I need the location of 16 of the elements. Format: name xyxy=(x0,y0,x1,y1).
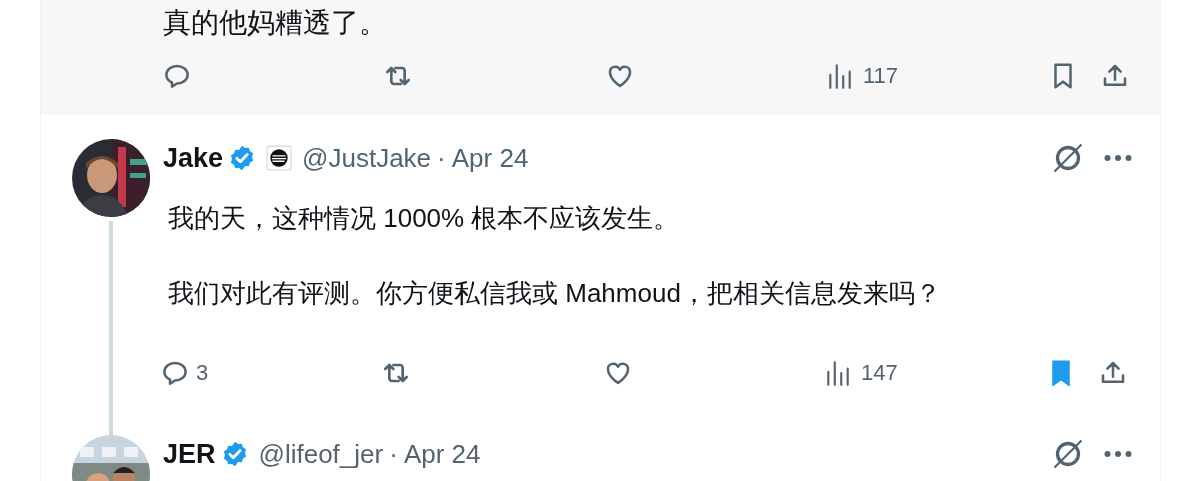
tweet-date: Apr 24 xyxy=(403,441,481,467)
tweet-text: 我的天，这种情况 1000% 根本不应该发生。 xyxy=(168,202,681,234)
author-name: Jake xyxy=(163,144,224,172)
author-handle: @JustJake xyxy=(302,145,432,171)
views-icon[interactable] xyxy=(825,359,851,387)
tweet-text: 我们对此有评测。你方便私信我或 Mahmoud，把相关信息发来吗？ xyxy=(168,277,942,309)
author-name: JER xyxy=(163,440,216,468)
count: 117 xyxy=(863,65,899,87)
separator-dot: · xyxy=(389,441,398,467)
tweet-text: 真的他妈糟透了。 xyxy=(163,6,388,40)
count: 3 xyxy=(196,362,209,384)
tweet-date: Apr 24 xyxy=(451,145,529,171)
author-handle: @lifeof_jer xyxy=(258,441,384,467)
separator-dot: · xyxy=(437,145,446,171)
count: 147 xyxy=(861,362,898,384)
views-icon[interactable] xyxy=(827,62,853,90)
